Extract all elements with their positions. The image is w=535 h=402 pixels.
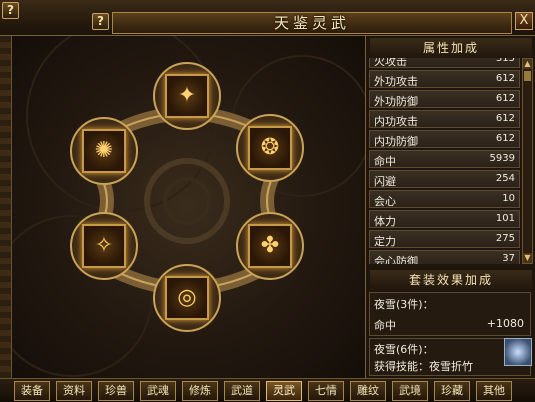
sword-icon: ✧ (94, 233, 114, 258)
attr-row: 定力 275 (369, 230, 520, 248)
attr-label: 内功防御 (374, 135, 418, 148)
slot-lower-right[interactable]: ✤ (248, 224, 292, 268)
attr-label: 会心防御 (374, 255, 418, 264)
set-bonus-3pc: 夜雪(3件)： 命中 +1080 (369, 292, 531, 336)
slot-lower-left[interactable]: ✧ (82, 224, 126, 268)
spear-icon: ✦ (177, 83, 197, 108)
tab-martial-way[interactable]: 武道 (224, 381, 260, 401)
skill-crystal-icon[interactable] (504, 338, 532, 366)
attr-label: 外功攻击 (374, 75, 418, 88)
armor-icon: ❂ (260, 135, 280, 160)
attr-label: 命中 (374, 155, 396, 168)
attr-row: 命中 5939 (369, 150, 520, 168)
tab-pet[interactable]: 珍兽 (98, 381, 134, 401)
attr-value: 101 (495, 213, 515, 224)
spirit-weapon-panel: ✦ ✺ ❂ ✧ ✤ ◎ (12, 36, 365, 378)
tab-bar: 装备 资料 珍兽 武魂 修炼 武道 灵武 七情 雕纹 武境 珍藏 其他 (0, 378, 535, 402)
attribute-list: 火攻击 315 外功攻击 612 外功防御 612 内功攻击 612 内功防御 612 命… (369, 58, 520, 264)
set-3pc-title: 夜雪(3件)： (374, 298, 434, 311)
tab-profile[interactable]: 资料 (56, 381, 92, 401)
attr-label: 闪避 (374, 175, 396, 188)
tab-engraving[interactable]: 雕纹 (350, 381, 386, 401)
attr-value: 275 (495, 233, 515, 244)
attributes-header: 属性加成 (370, 38, 532, 58)
slot-bottom[interactable]: ◎ (165, 276, 209, 320)
set-bonus-header: 套装效果加成 (370, 270, 532, 290)
scroll-down-icon[interactable]: ▼ (523, 253, 532, 263)
set-3pc-stat-label: 命中 (374, 319, 396, 332)
slot-upper-left[interactable]: ✺ (82, 129, 126, 173)
scroll-thumb[interactable] (524, 71, 531, 81)
left-border (0, 36, 12, 378)
attr-row: 内功攻击 612 (369, 110, 520, 128)
attr-row: 体力 101 (369, 210, 520, 228)
set-3pc-stat: 命中 +1080 (374, 317, 524, 333)
attr-label: 火攻击 (374, 58, 407, 68)
title-plate: 天鉴灵武 (112, 12, 512, 34)
attr-value: 5939 (489, 153, 515, 164)
attr-label: 内功攻击 (374, 115, 418, 128)
tab-collection[interactable]: 珍藏 (434, 381, 470, 401)
tab-spirit-weapon[interactable]: 灵武 (266, 381, 302, 401)
attr-value: 612 (495, 73, 515, 84)
attr-label: 体力 (374, 215, 396, 228)
axe-icon: ✤ (260, 233, 280, 258)
set-6pc-skill: 获得技能：夜雪折竹 (374, 360, 473, 373)
tab-equipment[interactable]: 装备 (14, 381, 50, 401)
attr-row: 外功攻击 612 (369, 70, 520, 88)
tab-other[interactable]: 其他 (476, 381, 512, 401)
panel-help-button[interactable]: ? (92, 13, 109, 30)
close-button[interactable]: X (515, 12, 533, 30)
attr-row: 火攻击 315 (369, 58, 520, 68)
window-title: 天鉴灵武 (273, 14, 350, 32)
attr-value: 254 (495, 173, 515, 184)
tab-emotions[interactable]: 七情 (308, 381, 344, 401)
attribute-scrollbar[interactable]: ▲ ▼ (522, 58, 533, 264)
attr-label: 会心 (374, 195, 396, 208)
title-bar: ? ? 天鉴灵武 X (0, 0, 535, 36)
attr-row: 会心防御 37 (369, 250, 520, 264)
set-3pc-stat-value: +1080 (486, 317, 524, 330)
attr-row: 闪避 254 (369, 170, 520, 188)
bracelet-icon: ◎ (177, 285, 197, 310)
attr-value: 10 (502, 193, 515, 204)
attr-value: 612 (495, 133, 515, 144)
attr-value: 315 (495, 58, 515, 64)
attr-value: 612 (495, 93, 515, 104)
attr-value: 612 (495, 113, 515, 124)
ring-disc-icon: ✺ (94, 138, 114, 163)
attr-row: 内功防御 612 (369, 130, 520, 148)
attribute-panel: 属性加成 火攻击 315 外功攻击 612 外功防御 612 内功攻击 612 内功防御… (365, 36, 535, 378)
attr-row: 会心 10 (369, 190, 520, 208)
set-6pc-title: 夜雪(6件)： (374, 343, 434, 356)
slot-top[interactable]: ✦ (165, 74, 209, 118)
help-button[interactable]: ? (2, 2, 19, 19)
slot-upper-right[interactable]: ❂ (248, 126, 292, 170)
scroll-up-icon[interactable]: ▲ (523, 59, 532, 69)
attr-label: 外功防御 (374, 95, 418, 108)
attr-label: 定力 (374, 235, 396, 248)
tab-realm[interactable]: 武境 (392, 381, 428, 401)
tab-cultivation[interactable]: 修炼 (182, 381, 218, 401)
tab-soul[interactable]: 武魂 (140, 381, 176, 401)
attr-value: 37 (502, 253, 515, 264)
attr-row: 外功防御 612 (369, 90, 520, 108)
